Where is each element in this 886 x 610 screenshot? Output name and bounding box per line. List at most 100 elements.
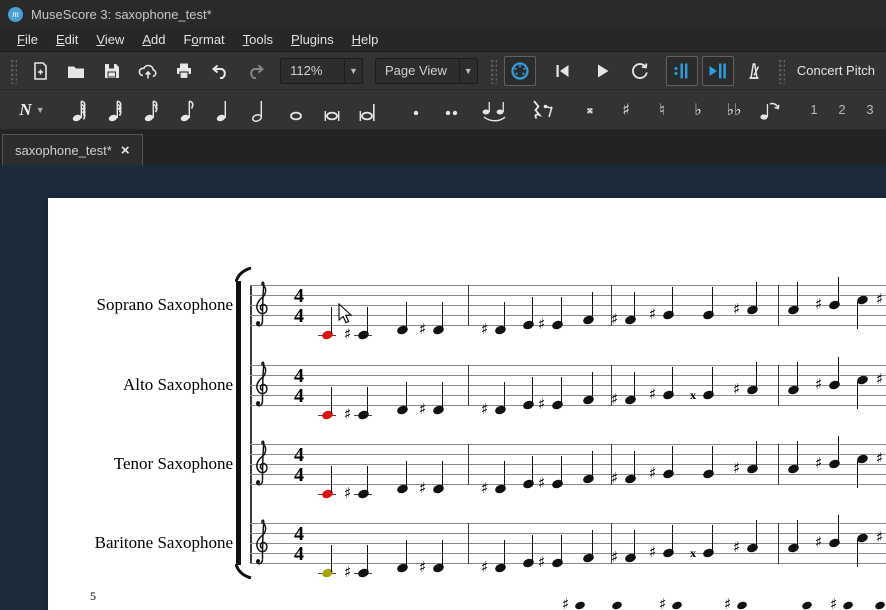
sharp-accidental[interactable]: ♯: [538, 474, 545, 492]
sharp-accidental[interactable]: ♯: [538, 553, 545, 571]
sharp-accidental[interactable]: ♯: [876, 528, 883, 546]
note-16th-button[interactable]: [136, 95, 168, 125]
sharp-accidental[interactable]: ♯: [562, 595, 569, 610]
double-sharp-accidental[interactable]: x: [690, 546, 696, 561]
double-flat-button[interactable]: ♭♭: [718, 95, 750, 125]
note-breve-button[interactable]: [316, 95, 348, 125]
tab-saxophone-test[interactable]: saxophone_test* ×: [2, 134, 143, 165]
menu-tools[interactable]: Tools: [234, 30, 282, 49]
instrument-label[interactable]: Soprano Saxophone: [33, 295, 233, 315]
sharp-accidental[interactable]: ♯: [815, 454, 822, 472]
rest-button[interactable]: [526, 95, 558, 125]
score-canvas[interactable]: Soprano Saxophone44♯♯♯♯♯♯♯♯♯Alto Saxopho…: [0, 165, 886, 610]
sharp-accidental[interactable]: ♯: [611, 390, 618, 408]
barline[interactable]: [778, 444, 779, 485]
instrument-label[interactable]: Alto Saxophone: [33, 375, 233, 395]
view-mode-select[interactable]: Page View ▼: [375, 58, 478, 84]
sharp-button[interactable]: ♯: [610, 95, 642, 125]
barline[interactable]: [778, 523, 779, 564]
barline[interactable]: [468, 365, 469, 406]
time-signature-upper[interactable]: 4: [294, 524, 304, 544]
instrument-label[interactable]: Baritone Saxophone: [33, 533, 233, 553]
barline[interactable]: [468, 444, 469, 485]
sharp-accidental[interactable]: ♯: [419, 320, 426, 338]
barline[interactable]: [778, 365, 779, 406]
time-signature-lower[interactable]: 4: [294, 306, 304, 326]
sharp-accidental[interactable]: ♯: [649, 385, 656, 403]
toolbar-drag-handle[interactable]: [9, 58, 17, 84]
voice-1-button[interactable]: 1: [802, 95, 826, 125]
sharp-accidental[interactable]: ♯: [733, 300, 740, 318]
sharp-accidental[interactable]: ♯: [611, 469, 618, 487]
sharp-accidental[interactable]: ♯: [876, 290, 883, 308]
sharp-accidental[interactable]: ♯: [649, 464, 656, 482]
sharp-accidental[interactable]: ♯: [481, 479, 488, 497]
sharp-accidental[interactable]: ♯: [611, 548, 618, 566]
menu-plugins[interactable]: Plugins: [282, 30, 343, 49]
sharp-accidental[interactable]: ♯: [815, 375, 822, 393]
augmentation-dot-button[interactable]: [400, 95, 432, 125]
time-signature-upper[interactable]: 4: [294, 286, 304, 306]
sharp-accidental[interactable]: ♯: [481, 320, 488, 338]
sharp-accidental[interactable]: ♯: [815, 533, 822, 551]
play-button[interactable]: [586, 56, 618, 86]
treble-clef[interactable]: [253, 279, 271, 336]
tie-button[interactable]: [478, 95, 510, 125]
sharp-accidental[interactable]: ♯: [649, 305, 656, 323]
concert-pitch-button[interactable]: Concert Pitch: [792, 56, 880, 86]
note-quarter-button[interactable]: [208, 95, 240, 125]
treble-clef[interactable]: [253, 517, 271, 574]
note-eighth-button[interactable]: [172, 95, 204, 125]
natural-button[interactable]: ♮: [646, 95, 678, 125]
instrument-label[interactable]: Tenor Saxophone: [33, 454, 233, 474]
toolbar-drag-handle[interactable]: [489, 58, 497, 84]
sharp-accidental[interactable]: ♯: [830, 595, 837, 610]
sharp-accidental[interactable]: ♯: [611, 310, 618, 328]
sharp-accidental[interactable]: ♯: [481, 558, 488, 576]
voice-3-button[interactable]: 3: [858, 95, 882, 125]
sharp-accidental[interactable]: ♯: [344, 405, 351, 423]
note-longa-button[interactable]: [352, 95, 384, 125]
menu-edit[interactable]: Edit: [47, 30, 87, 49]
sharp-accidental[interactable]: ♯: [419, 558, 426, 576]
menu-help[interactable]: Help: [343, 30, 388, 49]
treble-clef[interactable]: [253, 438, 271, 495]
sharp-accidental[interactable]: ♯: [733, 380, 740, 398]
time-signature-upper[interactable]: 4: [294, 445, 304, 465]
save-button[interactable]: [96, 56, 128, 86]
chevron-down-icon[interactable]: ▼: [36, 105, 45, 115]
tab-close-icon[interactable]: ×: [121, 143, 130, 158]
redo-button[interactable]: [240, 56, 272, 86]
midi-input-toggle[interactable]: [504, 56, 536, 86]
sharp-accidental[interactable]: ♯: [733, 538, 740, 556]
note-input-mode-button[interactable]: N ▼: [16, 95, 48, 125]
sharp-accidental[interactable]: ♯: [815, 295, 822, 313]
undo-button[interactable]: [204, 56, 236, 86]
sharp-accidental[interactable]: ♯: [724, 595, 731, 610]
menu-view[interactable]: View: [87, 30, 133, 49]
zoom-select[interactable]: 112% ▼: [280, 58, 363, 84]
cloud-save-button[interactable]: [132, 56, 164, 86]
time-signature-upper[interactable]: 4: [294, 366, 304, 386]
sharp-accidental[interactable]: ♯: [344, 563, 351, 581]
note-half-button[interactable]: [244, 95, 276, 125]
voice-2-button[interactable]: 2: [830, 95, 854, 125]
sharp-accidental[interactable]: ♯: [344, 484, 351, 502]
sharp-accidental[interactable]: ♯: [649, 543, 656, 561]
new-score-button[interactable]: [24, 56, 56, 86]
barline[interactable]: [468, 285, 469, 326]
play-repeats-toggle[interactable]: [666, 56, 698, 86]
rewind-button[interactable]: [546, 56, 578, 86]
barline[interactable]: [468, 523, 469, 564]
sharp-accidental[interactable]: ♯: [876, 370, 883, 388]
note-32nd-button[interactable]: [100, 95, 132, 125]
sharp-accidental[interactable]: ♯: [419, 400, 426, 418]
sharp-accidental[interactable]: ♯: [733, 459, 740, 477]
note-64th-button[interactable]: [64, 95, 96, 125]
chevron-down-icon[interactable]: ▼: [459, 59, 477, 83]
sharp-accidental[interactable]: ♯: [481, 400, 488, 418]
chevron-down-icon[interactable]: ▼: [344, 59, 362, 83]
toolbar-drag-handle[interactable]: [777, 58, 785, 84]
sharp-accidental[interactable]: ♯: [876, 449, 883, 467]
double-dot-button[interactable]: [436, 95, 468, 125]
